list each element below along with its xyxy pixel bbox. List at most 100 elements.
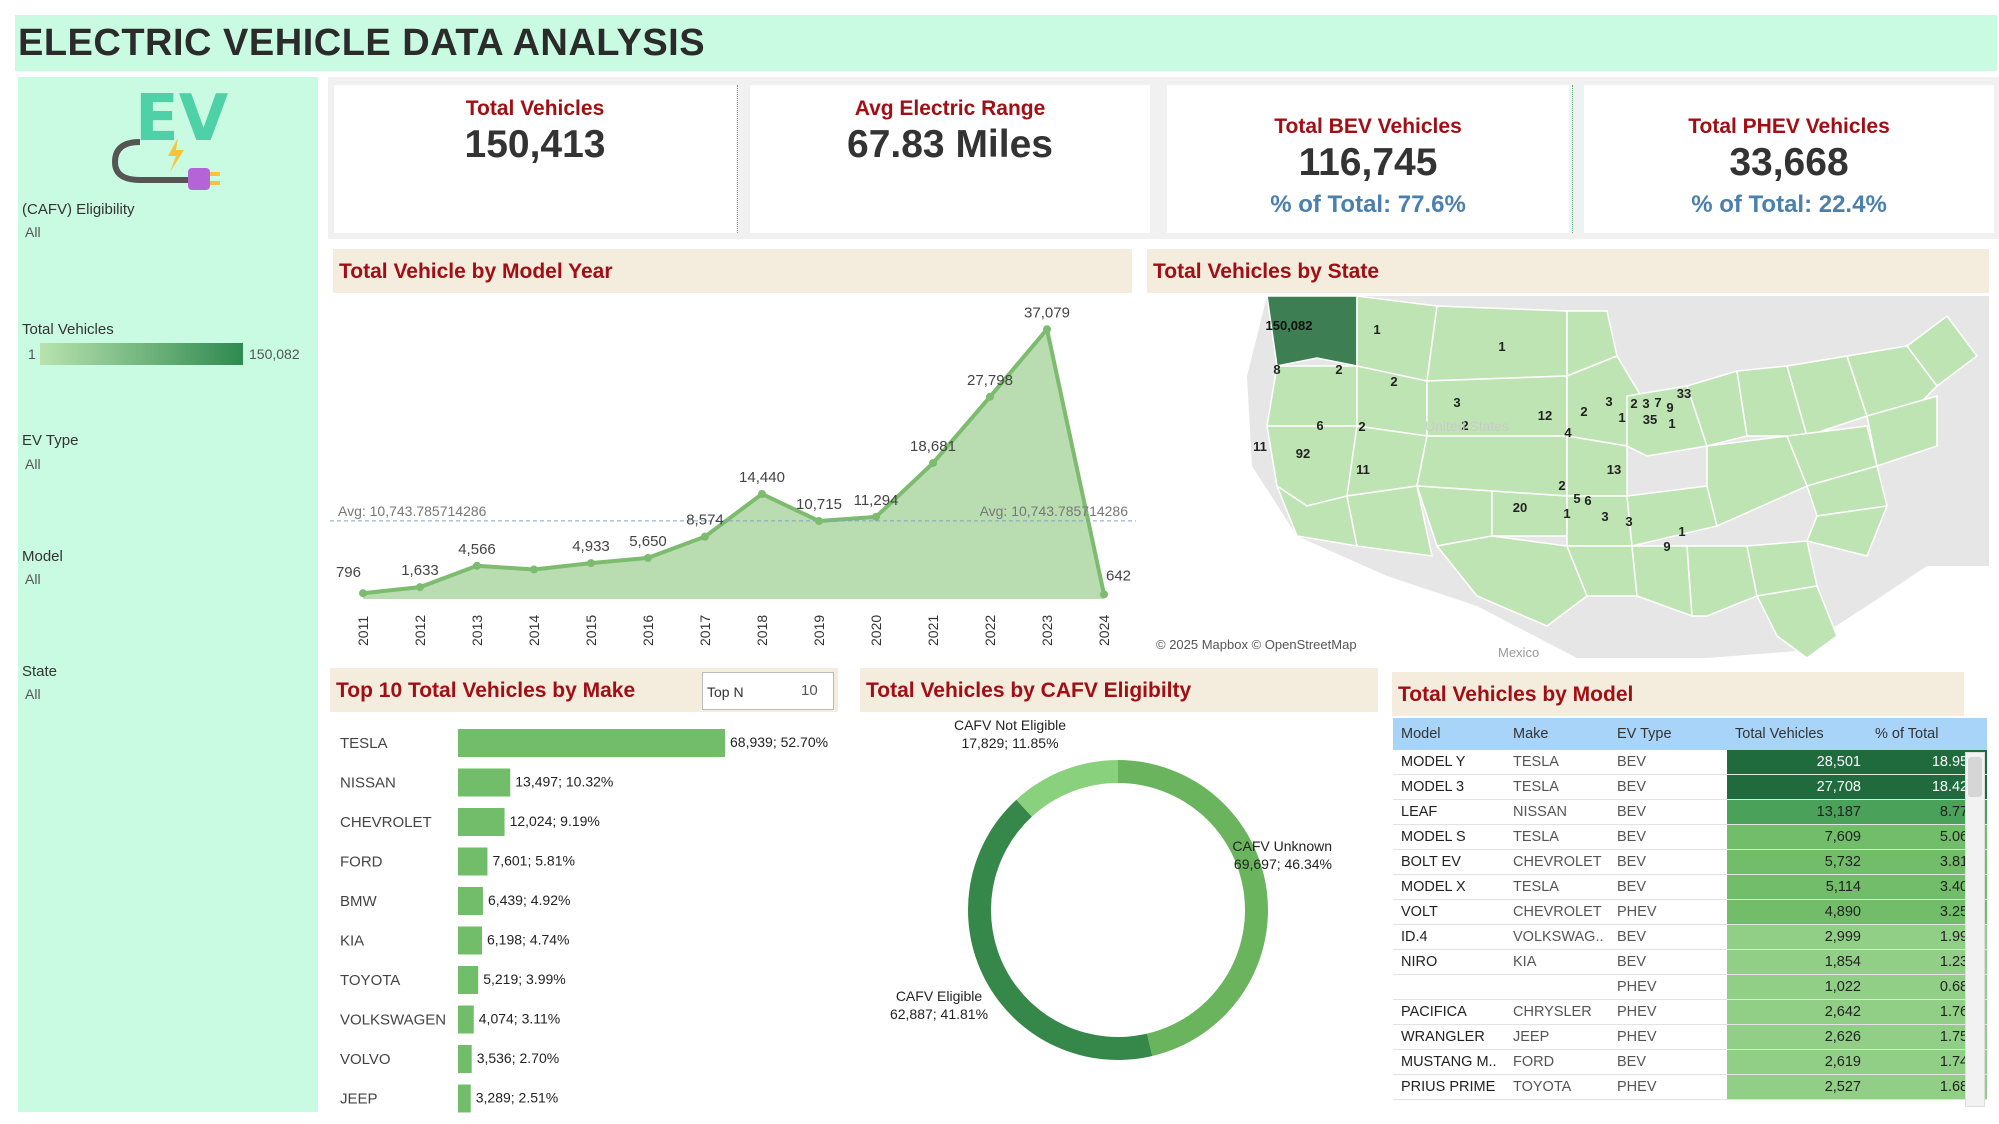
year-area-chart[interactable]: Avg: 10,743.785714286 Avg: 10,743.7857142… — [330, 296, 1136, 656]
table-row[interactable]: MODEL S TESLA BEV 7,609 5.06% — [1393, 824, 1987, 850]
state-shape — [1426, 305, 1568, 382]
cell-total-vehicles: 5,114 — [1727, 874, 1867, 900]
data-label: 4,933 — [572, 538, 610, 555]
state-label: 9 — [1663, 539, 1670, 554]
table-row[interactable]: WRANGLER JEEP PHEV 2,626 1.75% — [1393, 1024, 1987, 1050]
filter-state-label: State — [22, 663, 58, 680]
table-row[interactable]: PACIFICA CHRYSLER PHEV 2,642 1.76% — [1393, 999, 1987, 1025]
make-value-label: 3,289; 2.51% — [476, 1090, 559, 1106]
col-total-vehicles[interactable]: Total Vehicles — [1727, 718, 1867, 750]
cell-ev-type: BEV — [1609, 824, 1727, 850]
kpi-bev-pct: % of Total: 77.6% — [1270, 191, 1466, 218]
state-label: 33 — [1677, 386, 1691, 401]
state-label: 2 — [1580, 404, 1587, 419]
table-scrollbar[interactable] — [1965, 752, 1985, 1107]
col-pct-total[interactable]: % of Total — [1867, 718, 1987, 750]
state-label: 20 — [1513, 500, 1527, 515]
state-label: 92 — [1296, 446, 1310, 461]
cell-make: TESLA — [1505, 874, 1609, 900]
col-make[interactable]: Make — [1505, 718, 1609, 750]
filter-state-value[interactable]: All — [25, 686, 41, 702]
kpi-bev-title: Total BEV Vehicles — [1274, 115, 1462, 138]
make-label: KIA — [340, 933, 364, 950]
filter-evtype-value[interactable]: All — [25, 456, 41, 472]
top-n-parameter[interactable]: Top N 10 — [702, 672, 834, 710]
data-point — [1043, 325, 1051, 334]
top-n-value[interactable]: 10 — [801, 682, 818, 699]
x-tick-label: 2017 — [697, 615, 713, 646]
data-label: 14,440 — [739, 469, 785, 486]
donut-value-label: 17,829; 11.85% — [961, 735, 1058, 751]
table-row[interactable]: VOLT CHEVROLET PHEV 4,890 3.25% — [1393, 899, 1987, 925]
ev-logo: EV — [111, 82, 229, 190]
make-value-label: 6,439; 4.92% — [488, 892, 571, 908]
state-label: 2 — [1335, 362, 1342, 377]
state-label: 5 — [1573, 491, 1580, 506]
cell-total-vehicles: 7,609 — [1727, 824, 1867, 850]
state-label: 3 — [1605, 394, 1612, 409]
make-bar-chart[interactable]: TESLA 68,939; 52.70% NISSAN 13,497; 10.32% C… — [330, 716, 870, 1116]
filter-model-value[interactable]: All — [25, 571, 41, 587]
cell-total-vehicles: 2,642 — [1727, 999, 1867, 1025]
filter-total-min: 1 — [28, 346, 36, 362]
model-table[interactable]: Model Make EV Type Total Vehicles % of T… — [1393, 718, 1987, 1100]
table-row[interactable]: MODEL 3 TESLA BEV 27,708 18.42% — [1393, 774, 1987, 800]
data-label: 1,633 — [401, 562, 439, 579]
cell-model: LEAF — [1393, 799, 1505, 825]
cell-make: NISSAN — [1505, 799, 1609, 825]
us-state-map[interactable]: 150,082 18 22136 2112 412 23 2 713 93335 19211213… — [1147, 296, 1989, 658]
table-row[interactable]: MODEL Y TESLA BEV 28,501 18.95% — [1393, 750, 1987, 775]
cell-total-vehicles: 27,708 — [1727, 774, 1867, 800]
table-row[interactable]: LEAF NISSAN BEV 13,187 8.77% — [1393, 799, 1987, 825]
state-label: 1 — [1668, 416, 1675, 431]
data-label: 642 — [1106, 567, 1131, 584]
state-label: 2 — [1630, 396, 1637, 411]
country-label: United States — [1425, 418, 1509, 434]
col-model[interactable]: Model — [1393, 718, 1505, 750]
cell-make: JEEP — [1505, 1024, 1609, 1050]
kpi-phev: Total PHEV Vehicles 33,668 % of Total: 2… — [1584, 85, 1994, 233]
data-point — [359, 589, 367, 598]
map-mexico-label: Mexico — [1498, 645, 1540, 660]
cell-make: CHEVROLET — [1505, 849, 1609, 875]
kpi-range-value: 67.83 Miles — [847, 123, 1053, 166]
make-label: TESLA — [340, 735, 388, 752]
cell-ev-type: PHEV — [1609, 1074, 1727, 1100]
kpi-bev-value: 116,745 — [1298, 141, 1438, 184]
cell-ev-type: PHEV — [1609, 1024, 1727, 1050]
make-label: VOLKSWAGEN — [340, 1012, 446, 1029]
cell-ev-type: BEV — [1609, 949, 1727, 975]
filter-total-max: 150,082 — [249, 346, 300, 362]
table-row[interactable]: BOLT EV CHEVROLET BEV 5,732 3.81% — [1393, 849, 1987, 875]
make-value-label: 68,939; 52.70% — [730, 734, 828, 750]
filter-cafv-label: (CAFV) Eligibility — [22, 201, 135, 218]
x-tick-label: 2019 — [811, 615, 827, 646]
x-tick-label: 2022 — [982, 615, 998, 646]
cell-make: TESLA — [1505, 750, 1609, 775]
cafv-chart-header: Total Vehicles by CAFV Eligibilty — [860, 668, 1378, 712]
filter-cafv-value[interactable]: All — [25, 224, 41, 240]
make-label: BMW — [340, 893, 378, 910]
table-row[interactable]: MODEL X TESLA BEV 5,114 3.40% — [1393, 874, 1987, 900]
x-tick-label: 2018 — [754, 615, 770, 646]
make-bar — [458, 887, 483, 915]
cell-model: MODEL Y — [1393, 750, 1505, 775]
total-vehicles-range-slider[interactable] — [40, 343, 243, 365]
kpi-total-vehicles: Total Vehicles 150,413 — [334, 85, 736, 233]
table-row[interactable]: MUSTANG M.. FORD BEV 2,619 1.74% — [1393, 1049, 1987, 1075]
table-row[interactable]: ID.4 VOLKSWAG.. BEV 2,999 1.99% — [1393, 924, 1987, 950]
x-tick-label: 2021 — [925, 615, 941, 646]
col-ev-type[interactable]: EV Type — [1609, 718, 1727, 750]
state-shape — [1346, 425, 1428, 497]
x-tick-label: 2013 — [469, 615, 485, 646]
scrollbar-thumb[interactable] — [1968, 757, 1982, 797]
donut-slice — [1016, 760, 1118, 817]
state-label: 7 — [1654, 395, 1661, 410]
table-row[interactable]: NIRO KIA BEV 1,854 1.23% — [1393, 949, 1987, 975]
data-point — [587, 559, 595, 568]
cell-make: FORD — [1505, 1049, 1609, 1075]
table-row[interactable]: PRIUS PRIME TOYOTA PHEV 2,527 1.68% — [1393, 1074, 1987, 1100]
cell-total-vehicles: 5,732 — [1727, 849, 1867, 875]
cafv-donut-chart[interactable]: CAFV Unknown 69,697; 46.34% CAFV Eligible 6… — [860, 716, 1380, 1116]
table-row[interactable]: PHEV 1,022 0.68% — [1393, 974, 1987, 1000]
